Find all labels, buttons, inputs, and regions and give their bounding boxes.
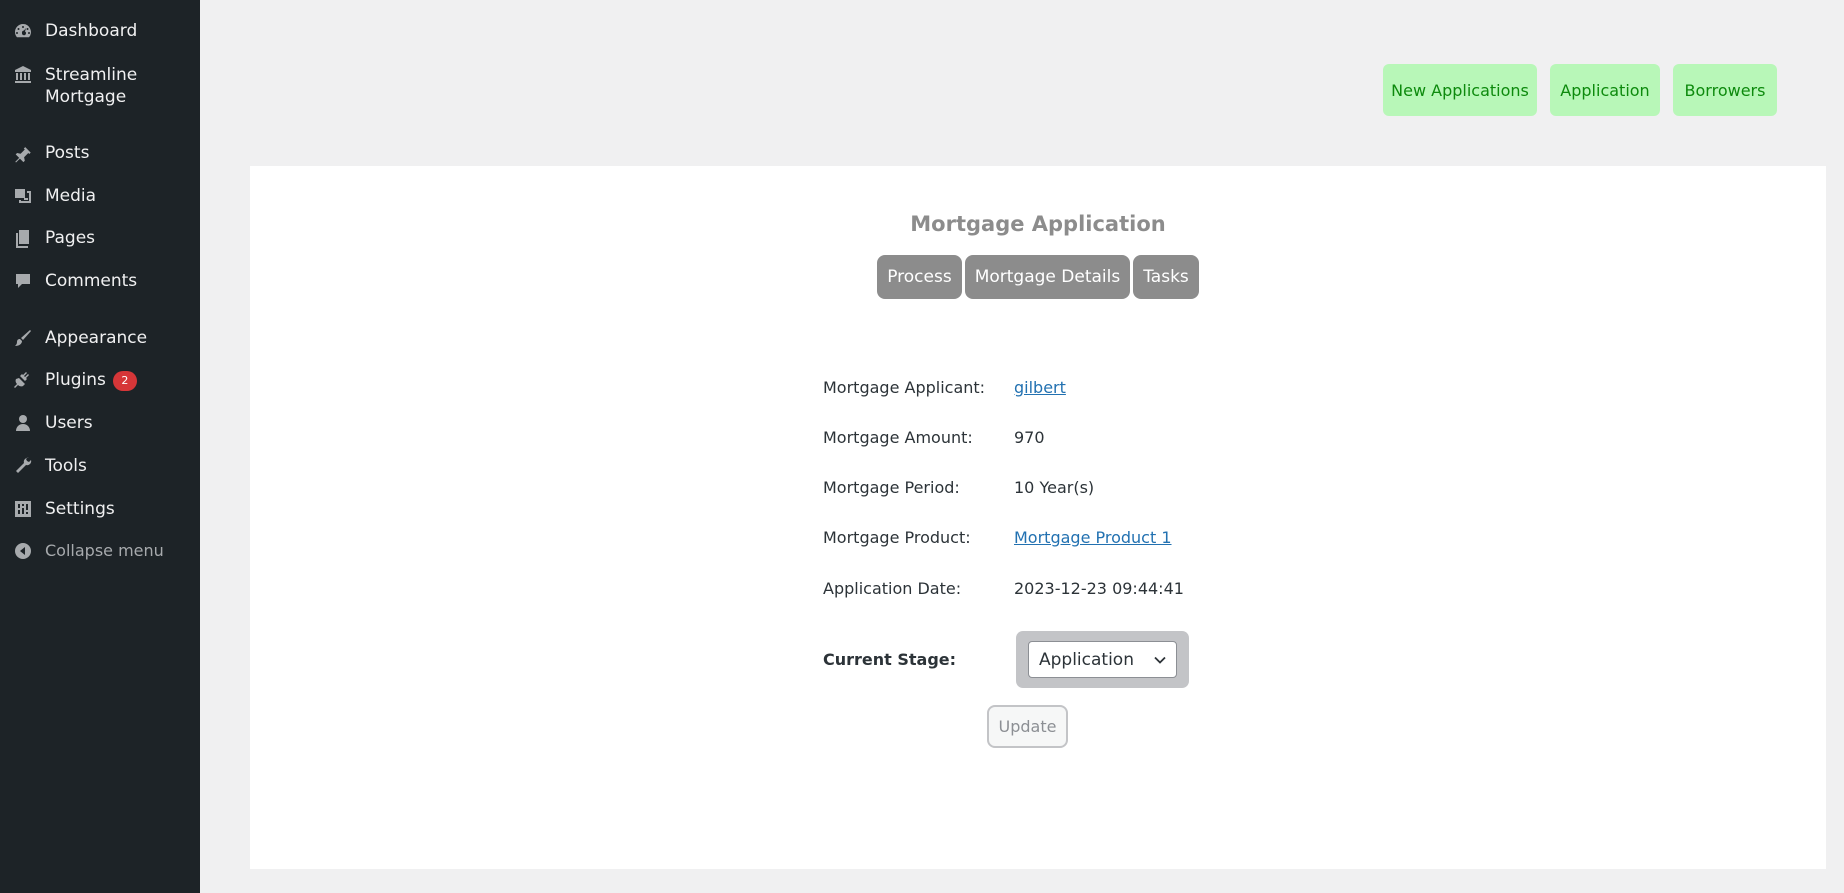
brush-icon [0, 327, 45, 349]
sidebar-item-posts[interactable]: Posts [0, 142, 200, 164]
sidebar-item-streamline-mortgage[interactable]: Streamline Mortgage [0, 64, 200, 108]
tab-process[interactable]: Process [877, 255, 962, 299]
plugin-icon [0, 369, 45, 391]
collapse-arrow-icon [0, 540, 45, 562]
stage-select-wrapper: Application [1016, 631, 1189, 688]
collapse-menu-button[interactable]: Collapse menu [0, 540, 200, 562]
sidebar-item-label: Settings [45, 499, 115, 519]
sidebar-item-label: Comments [45, 271, 138, 291]
chevron-down-icon [1154, 656, 1166, 664]
sidebar-item-label: Plugins 2 [45, 369, 137, 391]
sidebar-item-label: Users [45, 413, 93, 433]
pin-icon [0, 142, 45, 164]
stage-selected-value: Application [1039, 649, 1134, 670]
page-title: Mortgage Application [910, 212, 1166, 236]
amount-label: Mortgage Amount: [823, 428, 973, 447]
plugins-label: Plugins [45, 370, 106, 390]
settings-icon [0, 498, 45, 520]
media-icon [0, 185, 45, 207]
sidebar-item-tools[interactable]: Tools [0, 455, 200, 477]
sidebar-item-media[interactable]: Media [0, 185, 200, 207]
user-icon [0, 412, 45, 434]
sidebar-item-label: Pages [45, 228, 96, 248]
dashboard-icon [0, 20, 45, 42]
sidebar-item-label: Appearance [45, 328, 148, 348]
comment-icon [0, 270, 45, 292]
date-value: 2023-12-23 09:44:41 [1014, 579, 1184, 598]
period-value: 10 Year(s) [1014, 478, 1095, 497]
sidebar-item-settings[interactable]: Settings [0, 498, 200, 520]
sidebar-item-comments[interactable]: Comments [0, 270, 200, 292]
update-button[interactable]: Update [987, 705, 1068, 748]
sidebar-item-label: Media [45, 186, 97, 206]
bank-icon [0, 64, 45, 86]
collapse-menu-label: Collapse menu [45, 541, 164, 560]
sidebar-item-dashboard[interactable]: Dashboard [0, 20, 200, 42]
sidebar-item-label: Dashboard [45, 21, 138, 41]
product-label: Mortgage Product: [823, 528, 971, 547]
sidebar-item-users[interactable]: Users [0, 412, 200, 434]
sidebar-item-label: Tools [45, 456, 87, 476]
sidebar-item-appearance[interactable]: Appearance [0, 327, 200, 349]
application-button[interactable]: Application [1550, 64, 1660, 116]
sidebar-item-label: Posts [45, 143, 90, 163]
sidebar-item-plugins[interactable]: Plugins 2 [0, 369, 200, 391]
update-count-badge: 2 [112, 371, 137, 391]
applicant-label: Mortgage Applicant: [823, 378, 986, 397]
amount-value: 970 [1014, 428, 1045, 447]
date-label: Application Date: [823, 579, 962, 598]
stage-select[interactable]: Application [1028, 641, 1177, 678]
pages-icon [0, 227, 45, 249]
admin-sidebar: Dashboard Streamline Mortgage Posts Medi… [0, 0, 200, 893]
wrench-icon [0, 455, 45, 477]
application-tabs: Process Mortgage Details Tasks [250, 255, 1826, 299]
product-link[interactable]: Mortgage Product 1 [1014, 528, 1172, 547]
sidebar-item-label: Streamline Mortgage [45, 65, 138, 107]
tab-tasks[interactable]: Tasks [1133, 255, 1199, 299]
period-label: Mortgage Period: [823, 478, 960, 497]
tab-mortgage-details[interactable]: Mortgage Details [964, 255, 1131, 299]
applicant-link[interactable]: gilbert [1014, 378, 1066, 397]
sidebar-item-pages[interactable]: Pages [0, 227, 200, 249]
new-applications-button[interactable]: New Applications [1383, 64, 1537, 116]
borrowers-button[interactable]: Borrowers [1673, 64, 1777, 116]
mortgage-application-card: Mortgage Application Process Mortgage De… [250, 166, 1826, 869]
stage-label: Current Stage: [823, 650, 957, 669]
